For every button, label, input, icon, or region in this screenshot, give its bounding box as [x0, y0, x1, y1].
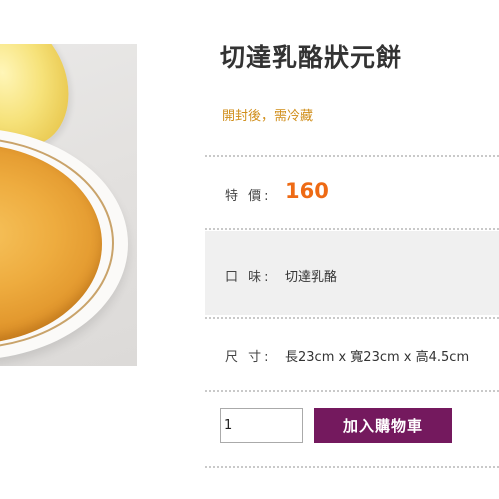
product-title: 切達乳酪狀元餅: [220, 43, 403, 72]
divider: [205, 155, 499, 157]
flavor-label: 口 味:: [225, 270, 272, 285]
size-label: 尺 寸:: [225, 350, 272, 365]
size-row: 尺 寸: 長23cm x 寬23cm x 高4.5cm: [205, 320, 499, 388]
size-value: 長23cm x 寬23cm x 高4.5cm: [285, 350, 470, 365]
add-to-cart-button[interactable]: 加入購物車: [314, 408, 452, 443]
storage-note: 開封後，需冷藏: [222, 109, 314, 124]
price-row: 特 價: 160: [205, 158, 499, 226]
product-page: 切達乳酪狀元餅 開封後，需冷藏 特 價: 160 口 味: 切達乳酪 尺 寸: …: [0, 0, 499, 499]
divider: [205, 317, 499, 319]
quantity-input[interactable]: [220, 408, 303, 443]
divider: [205, 228, 499, 230]
divider: [205, 466, 499, 468]
product-info: 切達乳酪狀元餅 開封後，需冷藏 特 價: 160 口 味: 切達乳酪 尺 寸: …: [205, 0, 499, 499]
flavor-value: 切達乳酪: [285, 270, 338, 285]
product-image: [0, 44, 137, 366]
price-label: 特 價:: [225, 189, 272, 204]
flavor-row: 口 味: 切達乳酪: [205, 231, 499, 315]
price-value: 160: [285, 179, 329, 203]
divider: [205, 390, 499, 392]
